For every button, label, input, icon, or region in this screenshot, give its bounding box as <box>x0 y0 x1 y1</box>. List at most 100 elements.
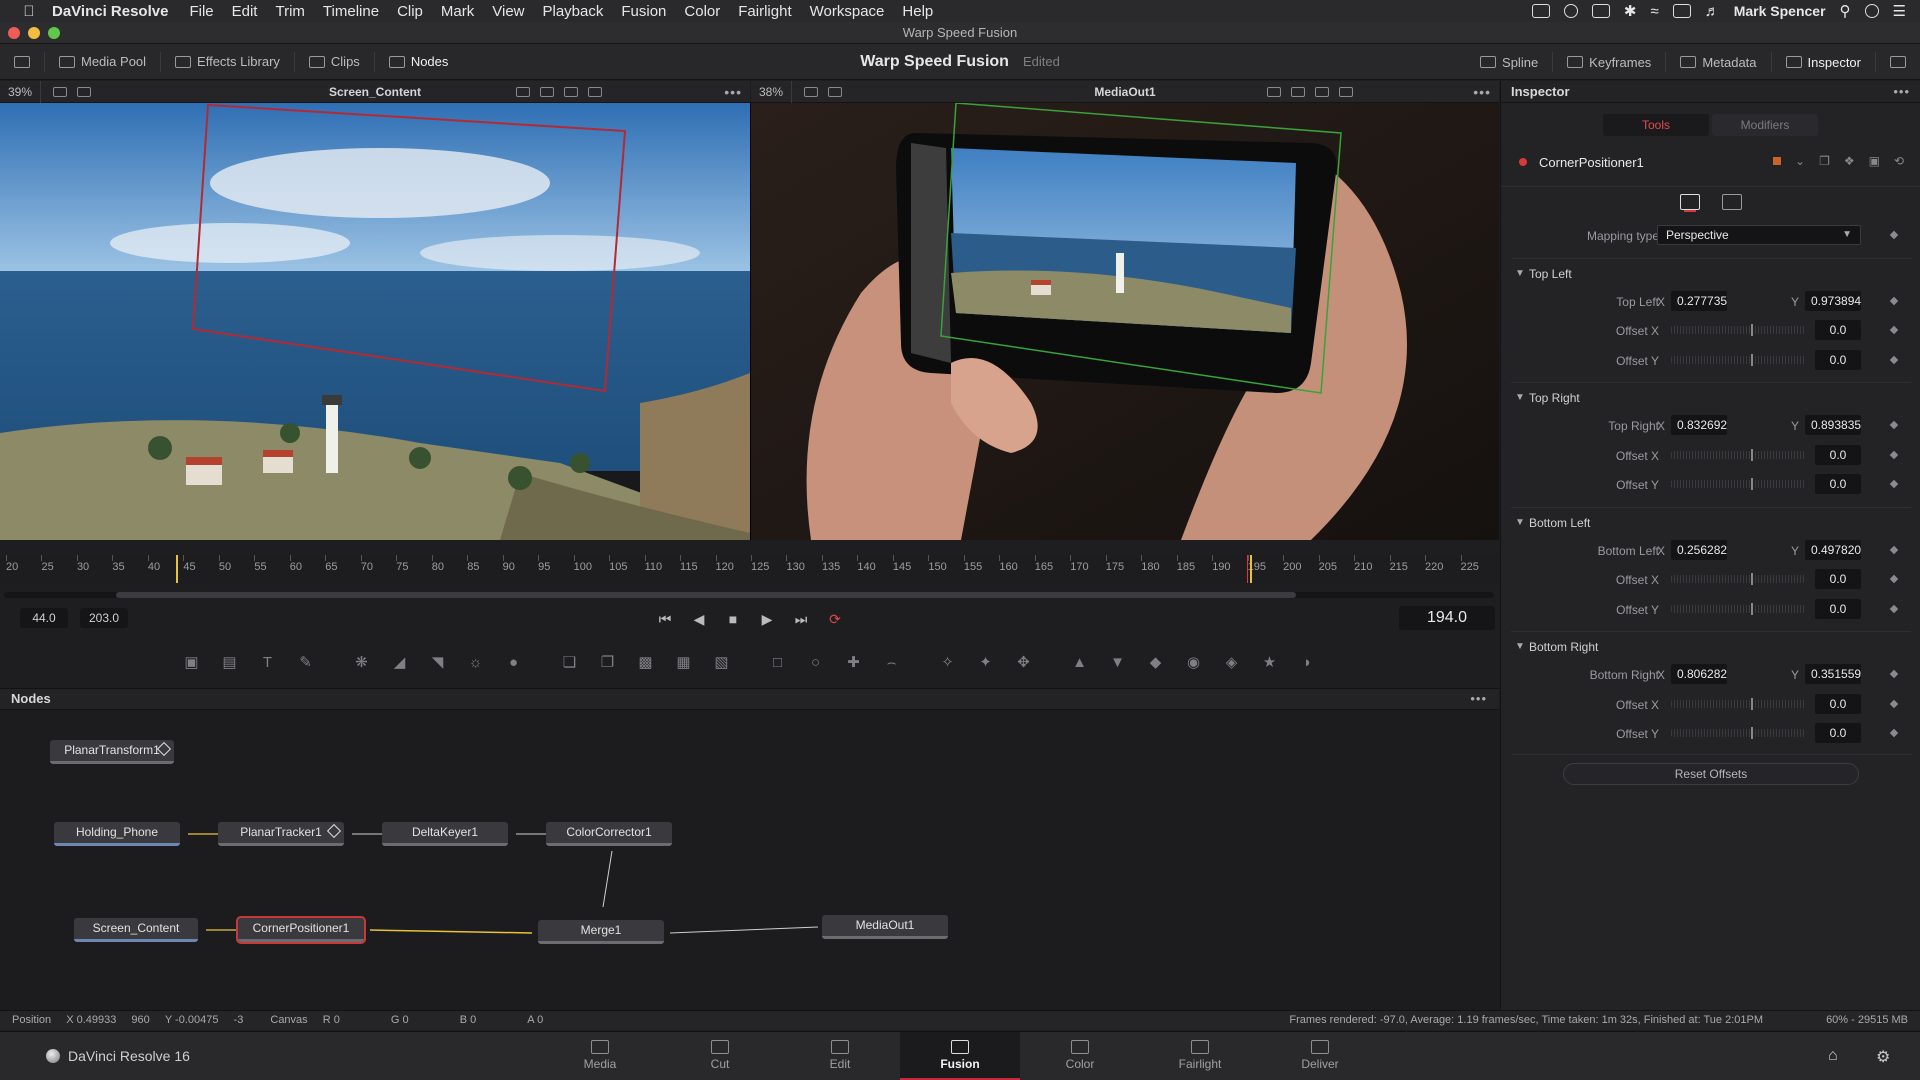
page-tab-deliver[interactable]: Deliver <box>1260 1032 1380 1080</box>
rectangle-mask-icon[interactable]: □ <box>766 651 790 673</box>
menu-workspace[interactable]: Workspace <box>810 3 885 20</box>
loop-icon[interactable]: ⟳ <box>824 608 846 630</box>
roi-icon[interactable] <box>516 86 531 97</box>
point-y-field[interactable]: 0.973894 <box>1805 290 1861 311</box>
page-tab-fairlight[interactable]: Fairlight <box>1140 1032 1260 1080</box>
end-frame-field[interactable]: 203.0 <box>80 608 128 628</box>
keyframe-icon[interactable] <box>1889 728 1899 738</box>
slider-knob[interactable] <box>1751 478 1753 490</box>
transform-tool-icon[interactable]: ▦ <box>672 651 696 673</box>
fullscreen-panel-button[interactable] <box>1876 44 1920 80</box>
layout-icon[interactable] <box>804 86 819 97</box>
notification-center-icon[interactable]: ☰ <box>1893 2 1906 20</box>
point-x-field[interactable]: 0.806282 <box>1671 664 1727 684</box>
image-plane-tool-icon[interactable]: ◗ <box>1296 651 1320 673</box>
node-planar-tracker[interactable]: PlanarTracker1 <box>218 822 344 846</box>
offset-x-field[interactable]: 0.0 <box>1815 569 1861 589</box>
menu-trim[interactable]: Trim <box>275 3 304 20</box>
spline-button[interactable]: Spline <box>1466 44 1552 80</box>
matte-control-tool-icon[interactable]: ▩ <box>634 651 658 673</box>
controls-tab-icon[interactable] <box>1680 193 1700 210</box>
channel-booleans-tool-icon[interactable]: ❐ <box>596 651 620 673</box>
loader-tool-icon[interactable]: ▤ <box>218 651 242 673</box>
play-icon[interactable]: ▶ <box>756 608 778 630</box>
menu-help[interactable]: Help <box>902 3 933 20</box>
slider-knob[interactable] <box>1751 727 1753 739</box>
slider-knob[interactable] <box>1751 324 1753 336</box>
settings-tab-icon[interactable] <box>1722 193 1742 210</box>
mapping-type-dropdown[interactable]: Perspective ▼ <box>1657 225 1861 245</box>
node-corner-positioner[interactable]: CornerPositioner1 <box>236 916 366 944</box>
spotlight-icon[interactable]: ⚲ <box>1840 2 1851 20</box>
viewer-right-zoom[interactable]: 38% <box>751 80 793 103</box>
safe-area-icon[interactable] <box>588 86 603 97</box>
display-icon[interactable] <box>1591 4 1610 18</box>
layout-icon[interactable] <box>53 86 68 97</box>
menu-color[interactable]: Color <box>684 3 720 20</box>
particles-tool-icon[interactable]: ❋ <box>350 651 374 673</box>
versions-icon[interactable]: ❐ <box>1819 154 1830 168</box>
airplay-icon[interactable] <box>1672 4 1691 18</box>
stop-icon[interactable]: ■ <box>722 608 744 630</box>
grid-icon[interactable] <box>1315 86 1330 97</box>
info-icon[interactable] <box>1563 4 1578 18</box>
out-point-marker[interactable] <box>1250 555 1252 583</box>
point-y-field[interactable]: 0.351559 <box>1805 664 1861 684</box>
keyframe-icon[interactable] <box>1889 545 1899 554</box>
offset-x-field[interactable]: 0.0 <box>1815 693 1861 714</box>
background-tool-icon[interactable]: ▣ <box>180 651 204 673</box>
app-menu[interactable]: DaVinci Resolve <box>52 3 168 20</box>
point-x-field[interactable]: 0.832692 <box>1671 415 1727 435</box>
page-tab-color[interactable]: Color <box>1020 1032 1140 1080</box>
color-icon[interactable] <box>1291 86 1306 97</box>
settings-gear-icon[interactable]: ⚙ <box>1876 1047 1890 1067</box>
text3d-tool-icon[interactable]: ▼ <box>1106 651 1130 673</box>
color-icon[interactable] <box>540 86 555 97</box>
text-tool-icon[interactable]: T <box>256 651 280 673</box>
timeline-ruler[interactable]: 20 25 30 35 40 45 50 55 60 65 70 75 80 85 90 95 100 105 11… <box>0 555 1499 585</box>
offset-y-field[interactable]: 0.0 <box>1815 474 1861 494</box>
close-window-icon[interactable] <box>8 27 20 39</box>
shape3d-tool-icon[interactable]: ▲ <box>1068 651 1092 673</box>
offset-y-field[interactable]: 0.0 <box>1815 598 1861 619</box>
chevron-down-icon[interactable]: ⌄ <box>1795 154 1805 168</box>
menu-fusion[interactable]: Fusion <box>621 3 666 20</box>
window-icon[interactable] <box>828 86 843 97</box>
offset-y-slider[interactable] <box>1671 602 1805 615</box>
menu-edit[interactable]: Edit <box>232 3 258 20</box>
apple-menu-icon[interactable]:  <box>18 3 40 20</box>
keyframes-button[interactable]: Keyframes <box>1553 44 1665 80</box>
menu-timeline[interactable]: Timeline <box>323 3 379 20</box>
keyframe-icon[interactable] <box>1889 420 1899 430</box>
in-point-marker[interactable] <box>176 555 178 583</box>
zoom-window-icon[interactable] <box>48 27 60 39</box>
viewer-right-more-icon[interactable]: ••• <box>1473 84 1491 100</box>
node-color-corrector[interactable]: ColorCorrector1 <box>546 822 672 846</box>
go-to-start-icon[interactable]: ⏮ <box>654 608 676 630</box>
menu-mark[interactable]: Mark <box>441 3 474 20</box>
offset-x-slider[interactable] <box>1671 573 1805 585</box>
polygon-mask-icon[interactable]: ✚ <box>842 651 866 673</box>
keyframe-icon[interactable] <box>1889 669 1899 679</box>
tool-enabled-icon[interactable] <box>1519 158 1527 166</box>
tracker-tool-icon[interactable]: ✧ <box>936 651 960 673</box>
keyframe-icon[interactable] <box>1889 355 1899 364</box>
tool-color-icon[interactable] <box>1773 157 1781 165</box>
node-media-out[interactable]: MediaOut1 <box>822 915 948 939</box>
page-tab-fusion[interactable]: Fusion <box>900 1032 1020 1080</box>
offset-y-field[interactable]: 0.0 <box>1815 349 1861 370</box>
keyframe-icon[interactable] <box>1889 296 1899 305</box>
viewer-left-zoom[interactable]: 39% <box>0 80 42 103</box>
fast-noise-tool-icon[interactable]: ◢ <box>388 651 412 673</box>
node-editor[interactable]: PlanarTransform1 Holding_Phone PlanarTra… <box>0 711 1499 1010</box>
renderer3d-tool-icon[interactable]: ◈ <box>1220 651 1244 673</box>
volume-icon[interactable]: ♬ <box>1705 3 1720 20</box>
glow-tool-icon[interactable]: ☼ <box>464 651 488 673</box>
inspector-more-icon[interactable]: ••• <box>1893 81 1910 103</box>
offset-y-slider[interactable] <box>1671 727 1805 739</box>
slider-knob[interactable] <box>1751 697 1753 710</box>
merge3d-tool-icon[interactable]: ◆ <box>1144 651 1168 673</box>
keyframe-icon[interactable] <box>1889 450 1899 459</box>
inspector-button[interactable]: Inspector <box>1772 44 1875 80</box>
timeline-scrollbar[interactable] <box>4 592 1494 598</box>
